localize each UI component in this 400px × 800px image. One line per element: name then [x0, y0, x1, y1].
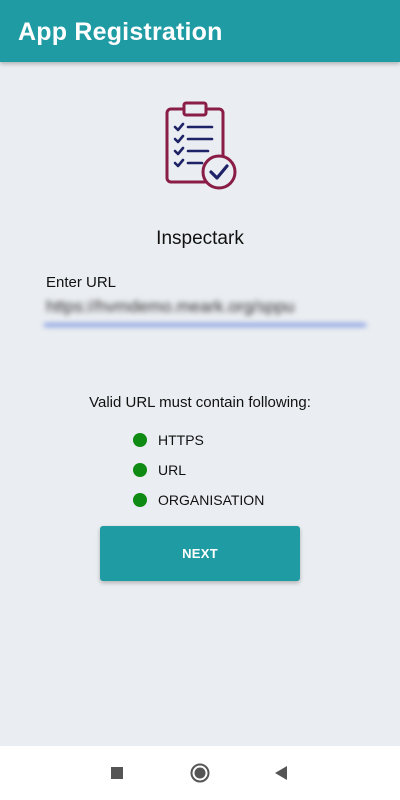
- validation-rule-label: HTTPS: [158, 432, 204, 448]
- status-dot-icon: [133, 493, 147, 507]
- app-title: App Registration: [18, 18, 223, 46]
- back-triangle-icon[interactable]: [270, 762, 292, 784]
- validation-rule-organisation: ORGANISATION: [133, 490, 264, 510]
- next-button[interactable]: NEXT: [100, 526, 300, 581]
- system-navigation-bar: [0, 746, 400, 800]
- validation-heading: Valid URL must contain following:: [89, 394, 311, 411]
- recents-square-icon[interactable]: [106, 762, 128, 784]
- home-circle-icon[interactable]: [189, 762, 211, 784]
- app-name: Inspectark: [156, 228, 244, 249]
- validation-rule-url: URL: [133, 460, 186, 480]
- validation-rule-label: ORGANISATION: [158, 492, 265, 508]
- url-field-label: Enter URL: [46, 274, 117, 291]
- status-dot-icon: [133, 433, 147, 447]
- app-bar: App Registration: [0, 0, 400, 62]
- clipboard-checklist-icon: [160, 100, 240, 195]
- validation-rule-https: HTTPS: [133, 430, 204, 450]
- status-dot-icon: [133, 463, 147, 477]
- url-input[interactable]: [44, 290, 366, 326]
- validation-rule-label: URL: [158, 462, 187, 478]
